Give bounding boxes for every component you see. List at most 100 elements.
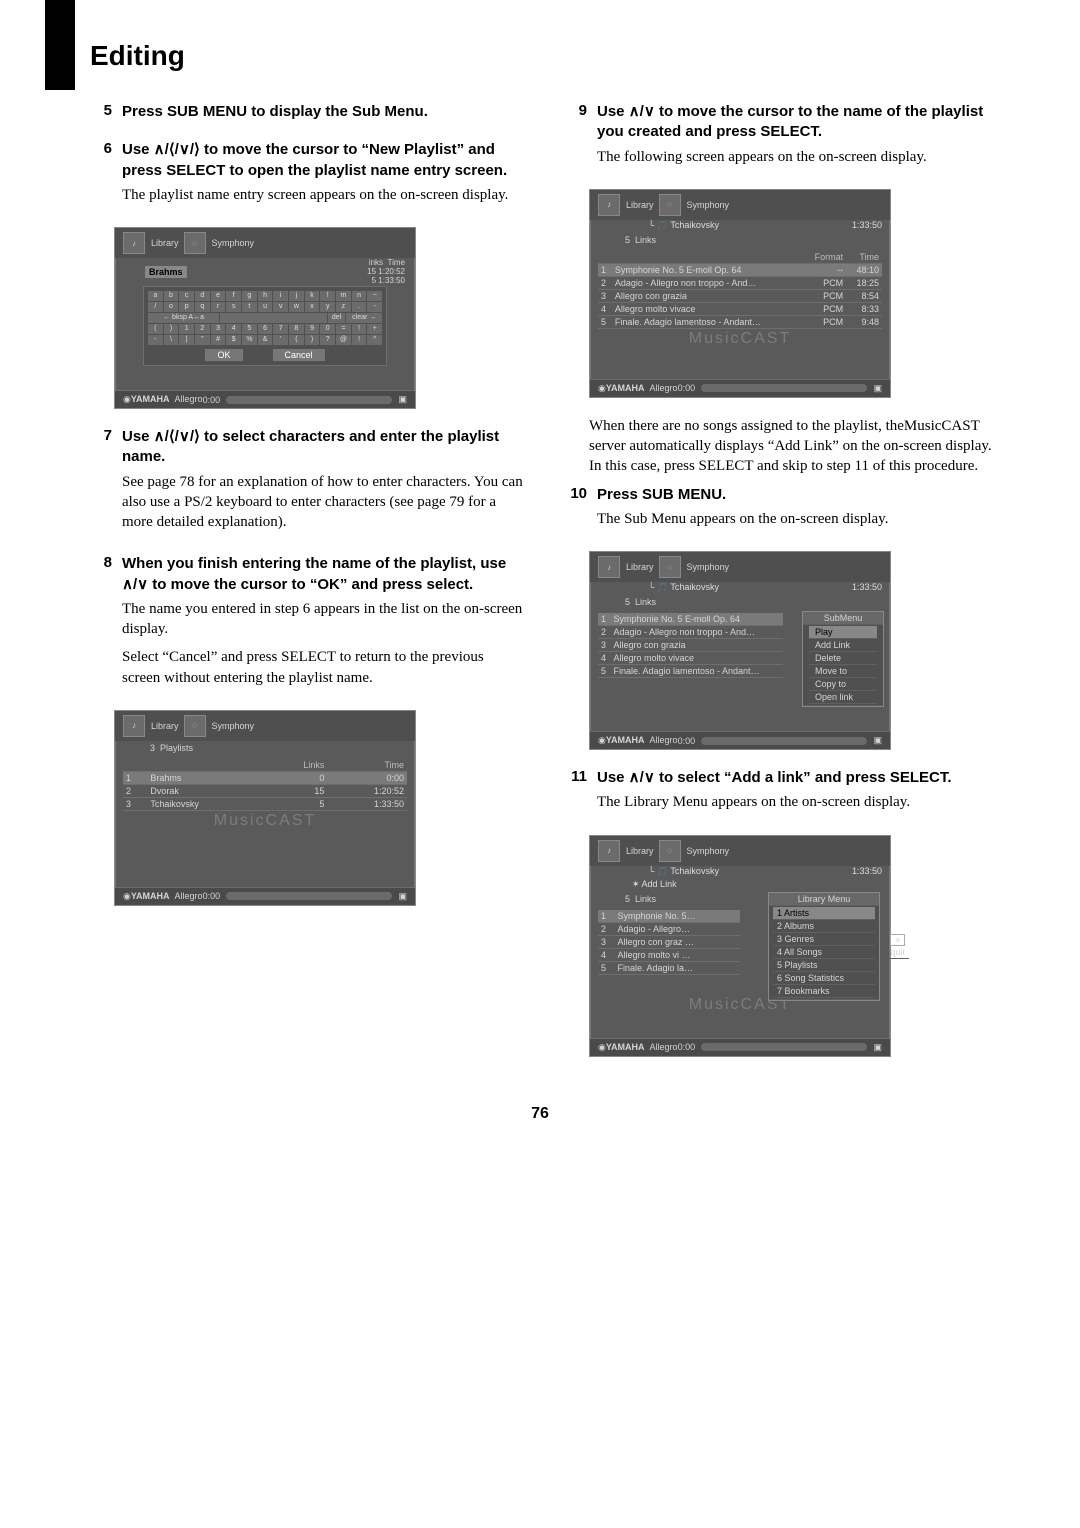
step-title: Press SUB MENU. (597, 485, 1000, 505)
crumb-library: Library (626, 846, 654, 856)
time-label: Time (388, 258, 405, 267)
links-label: inks (369, 258, 383, 267)
page-title: Editing (90, 40, 1000, 72)
ss-breadcrumb: ♪ Library ◌ Symphony (590, 190, 890, 220)
library-menu-item: 4 All Songs (773, 946, 875, 959)
crumb-library: Library (626, 200, 654, 210)
step-text: When there are no songs assigned to the … (589, 416, 1000, 477)
submenu-item: Delete (809, 652, 877, 665)
crumb-symphony: Symphony (687, 200, 730, 210)
step-title: Use ∧/∨ to select “Add a link” and press… (597, 768, 1000, 788)
speaker-icon: ▣ (398, 394, 407, 405)
total-time: 1:33:50 (852, 220, 882, 231)
table-row: 5Finale. Adagio lamentoso - Andant… (598, 665, 783, 678)
table-row: 4Allegro molto vivacePCM8:33 (598, 302, 882, 315)
speaker-icon: ▣ (873, 1042, 882, 1053)
ss-footer: ◉YAMAHA Allegro 0:00 ▣ (590, 379, 890, 397)
step-number: 11 (555, 768, 597, 821)
row2-time: 1:33:50 (378, 276, 405, 285)
submenu-item: Copy to (809, 678, 877, 691)
ss-footer: ◉YAMAHA Allegro 0:00 ▣ (590, 1038, 890, 1056)
table-row: 3Allegro con graz … (598, 935, 740, 948)
section-tab (45, 0, 75, 90)
library-menu-item: 2 Albums (773, 920, 875, 933)
note-icon: ♪ (598, 840, 620, 862)
crumb-library: Library (151, 238, 179, 248)
row-count: 3 (150, 743, 155, 753)
step-11: 11 Use ∧/∨ to select “Add a link” and pr… (555, 768, 1000, 821)
now-playing: Allegro (175, 891, 203, 901)
library-menu-item: 3 Genres (773, 933, 875, 946)
table-row: 2Adagio - Allegro non troppo - And…PCM18… (598, 276, 882, 289)
step-title: When you finish entering the name of the… (122, 554, 525, 595)
play-position: 0:00 (678, 1042, 696, 1052)
watermark: MusicCAST (689, 330, 791, 348)
crumb-symphony: Symphony (212, 238, 255, 248)
row2-links: 5 (372, 276, 376, 285)
row1-time: 1:20:52 (378, 267, 405, 276)
play-position: 0:00 (678, 736, 696, 746)
crumb-artist: Tchaikovsky (670, 866, 719, 876)
crumb-symphony: Symphony (687, 562, 730, 572)
step-text: The Sub Menu appears on the on-screen di… (597, 509, 1000, 529)
step-number: 6 (80, 140, 122, 213)
play-position: 0:00 (678, 383, 696, 393)
step-6: 6 Use ∧/⟨/∨/⟩ to move the cursor to “New… (80, 140, 525, 213)
add-link-crumb: Add Link (642, 879, 677, 889)
table-row: 2Adagio - Allegro… (598, 922, 740, 935)
step-number: 7 (80, 427, 122, 540)
library-menu-popup: Library Menu 1 Artists2 Albums3 Genres4 … (768, 892, 880, 1001)
step-text: The name you entered in step 6 appears i… (122, 599, 525, 640)
note-icon: ♪ (598, 194, 620, 216)
disc-icon: ◌ (659, 840, 681, 862)
del-key: del (328, 313, 346, 323)
ss-breadcrumb: ♪ Library ◌ Symphony (590, 836, 890, 866)
bksp-key: ← bksp A↔a (148, 313, 219, 323)
track-table: 1Symphonie No. 5…2Adagio - Allegro…3Alle… (598, 910, 740, 975)
table-row: 5Finale. Adagio lamentoso - Andant…PCM9:… (598, 315, 882, 328)
now-playing: Allegro (650, 735, 678, 745)
crumb-library: Library (626, 562, 654, 572)
play-position: 0:00 (203, 395, 221, 405)
now-playing: Allegro (650, 383, 678, 393)
row-count: 5 (625, 597, 630, 607)
library-menu-item: 1 Artists (773, 907, 875, 920)
progress-bar (701, 1043, 867, 1051)
crumb-artist: Tchaikovsky (670, 220, 719, 230)
play-position: 0:00 (203, 891, 221, 901)
table-row: 4Allegro molto vi … (598, 948, 740, 961)
note-icon: ♪ (598, 556, 620, 578)
speaker-icon: ▣ (398, 891, 407, 902)
progress-bar (226, 892, 392, 900)
ss-breadcrumb: ♪ Library ◌ Symphony (115, 228, 415, 258)
table-row: 2Dvorak151:20:52 (123, 784, 407, 797)
table-row: 4Allegro molto vivace (598, 652, 783, 665)
note-icon: ♪ (123, 715, 145, 737)
step-number: 9 (555, 102, 597, 175)
cancel-button: Cancel (273, 349, 325, 361)
step-text: Select “Cancel” and press SELECT to retu… (122, 647, 525, 688)
quit-label: quit (890, 947, 905, 957)
brand-label: YAMAHA (131, 394, 170, 404)
page-number: 76 (80, 1105, 1000, 1123)
entry-field: Brahms (145, 266, 187, 278)
close-icon: × (890, 934, 905, 946)
onscreen-keyboard: abcdefghijklmn~ /opqrstuvwxyz.- ← bksp A… (143, 286, 387, 366)
ss-footer: ◉YAMAHA Allegro 0:00 ▣ (115, 887, 415, 905)
step-text: The playlist name entry screen appears o… (122, 185, 525, 205)
list-title: Playlists (160, 743, 193, 753)
ss-breadcrumb: ♪ Library ◌ Symphony (590, 552, 890, 582)
disc-icon: ◌ (659, 194, 681, 216)
speaker-icon: ▣ (873, 735, 882, 746)
library-menu-item: 6 Song Statistics (773, 972, 875, 985)
crumb-library: Library (151, 721, 179, 731)
submenu-item: Move to (809, 665, 877, 678)
row-count: 5 (625, 894, 630, 904)
playlist-table: LinksTime 1Brahms00:002Dvorak151:20:523T… (123, 759, 407, 811)
progress-bar (701, 737, 867, 745)
progress-bar (701, 384, 867, 392)
step-title: Use ∧/⟨/∨/⟩ to move the cursor to “New P… (122, 140, 525, 181)
col-format: Format (803, 251, 846, 264)
screenshot-library-menu: ♪ Library ◌ Symphony └ 🎵 Tchaikovsky1:33… (589, 835, 891, 1057)
progress-bar (226, 396, 392, 404)
